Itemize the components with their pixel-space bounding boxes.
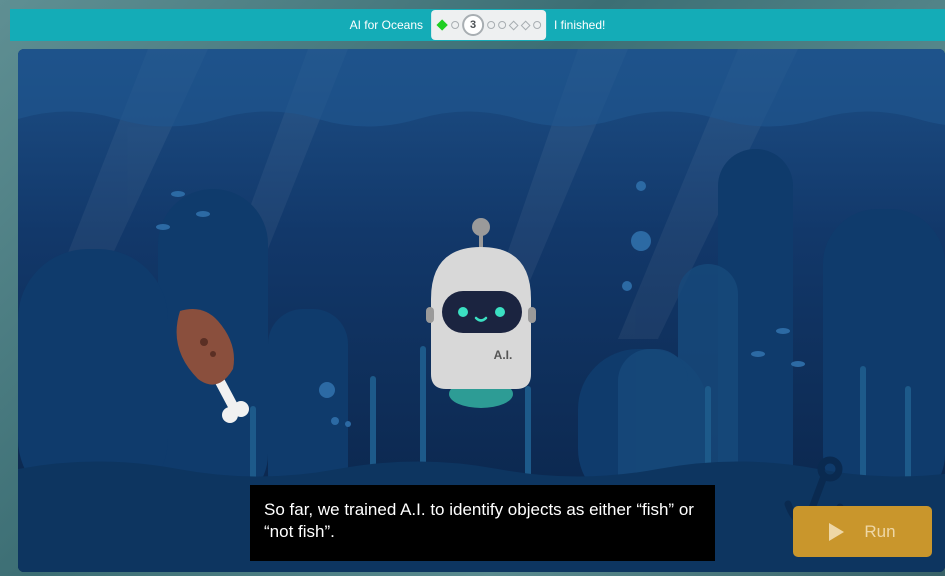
- caption-text: So far, we trained A.I. to identify obje…: [264, 500, 694, 541]
- play-icon: [829, 522, 845, 541]
- lesson-progress: AI for Oceans 3 I finished!: [349, 9, 605, 41]
- course-title: AI for Oceans: [349, 18, 423, 32]
- robot-label: A.I.: [494, 348, 513, 362]
- top-progress-bar: AI for Oceans 3 I finished!: [10, 9, 945, 41]
- caption-box: So far, we trained A.I. to identify obje…: [250, 485, 715, 561]
- lesson-dot-2[interactable]: [451, 21, 459, 29]
- lesson-dot-5[interactable]: [498, 21, 506, 29]
- run-button-label: Run: [864, 521, 896, 541]
- lesson-diamond-6-icon[interactable]: [508, 20, 519, 30]
- current-lesson-indicator[interactable]: 3: [462, 14, 484, 36]
- completed-lesson-diamond-icon[interactable]: [436, 19, 448, 31]
- ocean-scene: A.I. So far, we trained A.I. to identify…: [18, 49, 945, 572]
- lesson-dots: 3: [431, 10, 546, 40]
- lesson-dot-4[interactable]: [487, 21, 495, 29]
- lesson-dot-8[interactable]: [533, 21, 541, 29]
- finished-link[interactable]: I finished!: [554, 18, 605, 32]
- run-button[interactable]: Run: [793, 506, 932, 557]
- lesson-diamond-7-icon[interactable]: [520, 20, 531, 30]
